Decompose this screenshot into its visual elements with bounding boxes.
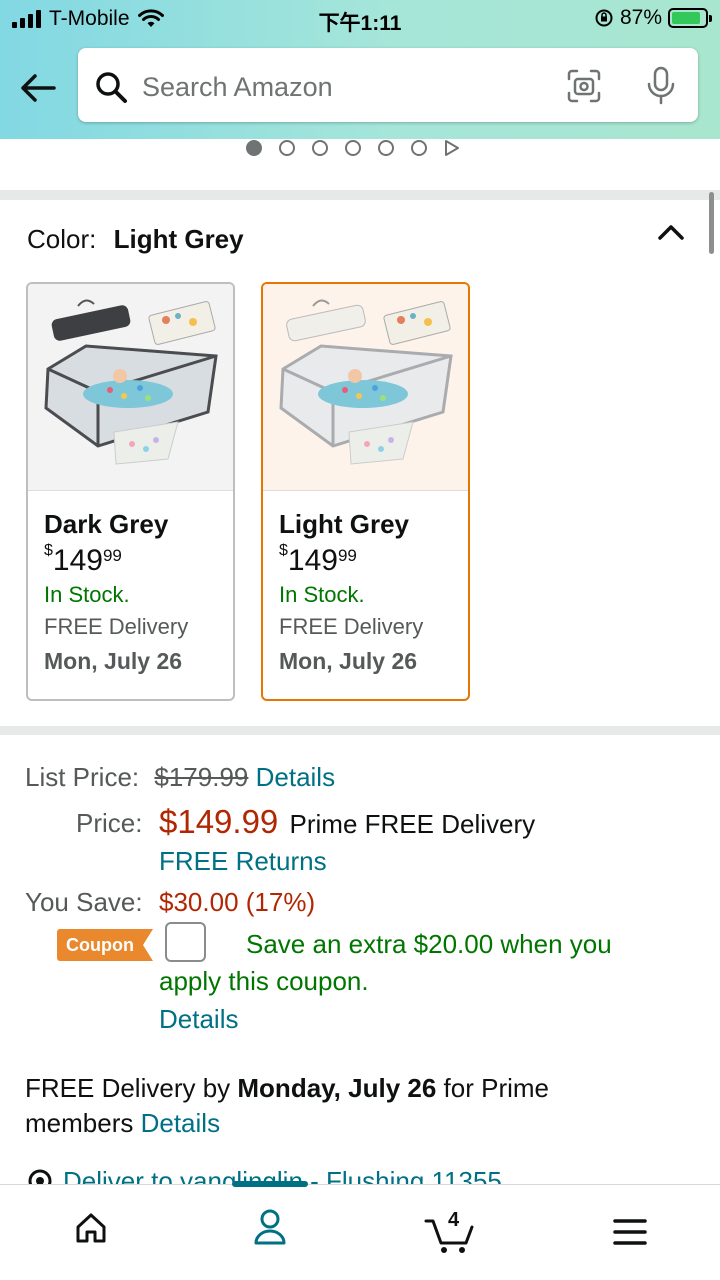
delivery-line1: FREE Delivery by Monday, July 26 for Pri… [25,1073,549,1104]
bottom-nav: 4 [0,1181,720,1280]
you-save-value: $30.00 (17%) [159,887,316,917]
image-carousel-dots[interactable] [246,138,460,158]
battery-icon [668,8,712,28]
carousel-dot[interactable] [345,140,361,156]
section-divider [0,190,720,200]
orientation-lock-icon [595,9,613,27]
carousel-dot[interactable] [312,140,328,156]
stock-status: In Stock. [44,582,130,607]
delivery-text: FREE Delivery [44,614,189,639]
product-image-dark-grey [28,284,233,491]
delivery-text: FREE Delivery [279,614,424,639]
option-name: Light Grey [279,509,410,539]
list-price-details-link[interactable]: Details [256,762,335,792]
delivery-date: Mon, July 26 [44,648,183,674]
account-icon[interactable] [252,1207,288,1247]
microphone-icon[interactable] [646,66,676,106]
free-returns-link[interactable]: FREE Returns [159,846,327,877]
active-tab-indicator [232,1181,308,1187]
carousel-dot[interactable] [378,140,394,156]
product-image-light-grey [263,284,468,491]
menu-icon[interactable] [612,1217,648,1247]
carousel-dot[interactable] [246,140,262,156]
delivery-date: Mon, July 26 [279,648,418,674]
camera-scan-icon[interactable] [566,68,602,104]
delivery-line2: members Details [25,1108,220,1139]
carousel-dot[interactable] [279,140,295,156]
cart-count-badge: 4 [448,1209,460,1231]
deliver-to-row[interactable]: Deliver to yanglinglin - Flushing 11355 [25,1166,715,1184]
section-divider [0,726,720,735]
delivery-line2-text: members [25,1108,134,1138]
back-arrow-icon[interactable] [18,70,58,106]
price-value: $149.99 [159,803,279,840]
delivery-date-bold: Monday, July 26 [237,1073,437,1103]
delivery-prefix: FREE Delivery by [25,1073,231,1103]
search-bar[interactable]: Search Amazon [78,48,698,122]
search-icon [96,72,127,103]
search-input[interactable]: Search Amazon [142,72,333,103]
list-price: $179.99 [154,762,249,792]
color-selector-heading: Color: Light Grey [27,224,244,255]
stock-status: In Stock. [279,582,365,607]
option-name: Dark Grey [44,509,169,539]
price-row: $149.99 Prime FREE Delivery [159,803,535,841]
carousel-dot[interactable] [411,140,427,156]
chevron-up-icon[interactable] [656,218,686,248]
header: T-Mobile 下午1:11 87% Search Amazon [0,0,720,139]
battery-percent: 87% [619,6,662,29]
color-option-light-grey[interactable]: Light Grey $14999 In Stock. FREE Deliver… [261,282,470,701]
scrollbar[interactable] [709,192,714,254]
selected-color: Light Grey [113,224,244,254]
option-price: $14999 [44,542,122,577]
coupon-badge: Coupon [57,929,143,961]
list-price-label: List Price: [25,762,140,792]
list-price-row: List Price: $179.99 Details [25,762,335,793]
color-option-dark-grey[interactable]: Dark Grey $14999 In Stock. FREE Delivery… [26,282,235,701]
prime-delivery: Prime FREE Delivery [289,809,536,839]
you-save-label: You Save: [25,887,143,917]
location-pin-icon [28,1169,52,1184]
delivery-suffix: for Prime [443,1073,550,1103]
coupon-badge-notch [143,929,153,961]
coupon-text-line2[interactable]: apply this coupon. [159,966,369,997]
coupon-text-line1[interactable]: Save an extra $20.00 when you [246,929,612,960]
status-bar: T-Mobile 下午1:11 87% [0,0,720,40]
home-icon[interactable] [74,1211,108,1245]
option-price: $14999 [279,542,357,577]
color-label: Color: [27,224,97,254]
coupon-details-link[interactable]: Details [159,1004,238,1035]
coupon-checkbox[interactable] [165,922,206,962]
delivery-details-link[interactable]: Details [141,1108,220,1138]
price-label: Price: [76,808,143,838]
status-right: 87% [594,6,712,30]
video-play-icon[interactable] [444,139,460,157]
